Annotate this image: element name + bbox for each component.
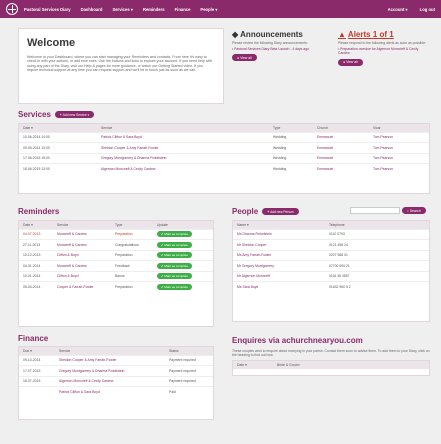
col-church: Church (313, 124, 369, 132)
table-row[interactable]: Ms Dharma Finkelstein 0110 0753 (233, 228, 429, 240)
table-row[interactable]: Mr Gregory Montgomery 07700 900 21 (233, 260, 429, 271)
announcements-view-all-button[interactable]: ●View all (232, 54, 257, 62)
reminders-title[interactable]: Reminders (18, 207, 59, 216)
col-service: Service (53, 221, 111, 229)
finance-heading: Finance (18, 334, 48, 343)
enquiries-title[interactable]: Enquires via achurchnearyou.com (232, 336, 363, 345)
top-navbar: Pastoral Services Diary Dashboard Servic… (0, 0, 441, 18)
nav-reminders[interactable]: Reminders (143, 7, 165, 12)
table-row[interactable]: 17-07-2015 Gregory Montgomery & Dharma Fi… (19, 365, 213, 376)
announcements-text: Please review the following Diary announ… (232, 41, 308, 45)
col-type: Type (111, 221, 153, 229)
col-date[interactable]: Date ▾ (19, 221, 53, 229)
welcome-panel: Welcome Welcome to your Dashboard, where… (18, 28, 224, 104)
col-name[interactable]: Name ▾ (233, 221, 325, 229)
alerts-text: Please respond to the following alerts a… (338, 41, 427, 45)
col-bride-groom: Bride & Groom (273, 361, 429, 369)
warning-icon: ▲ (338, 30, 346, 39)
services-table: Date ▾ Service Type Church Vicar 10-06-2… (18, 123, 430, 194)
people-heading: People +Add new Person (232, 207, 299, 216)
col-type: Type (269, 124, 313, 132)
welcome-text: Welcome to your Dashboard, where you can… (27, 55, 213, 73)
col-date[interactable]: Date ▾ (19, 124, 97, 132)
alerts-title: Alerts 1 of 1 (347, 30, 394, 39)
table-row: 10-01-2014 Clifton & Boyd Banns ✔ Mark as c… (19, 270, 213, 282)
alerts-heading[interactable]: ▲ Alerts 1 of 1 (338, 30, 430, 39)
table-row[interactable]: Mr Algernon Moncrieff 0116 36 0557 (233, 270, 429, 282)
col-due[interactable]: Due ▾ (19, 347, 55, 355)
megaphone-icon: ◆ (232, 30, 239, 39)
nav-dashboard[interactable]: Dashboard (81, 7, 103, 12)
table-row[interactable]: 09-05-2014 13:00 Sheldon Cooper & Amy Far… (19, 142, 429, 153)
announcements-title: Announcements (240, 30, 303, 39)
col-date[interactable]: Date ▾ (233, 361, 273, 369)
enquiries-text: These couples wish to enquire about marr… (232, 349, 430, 358)
mark-complete-button[interactable]: ✔ Mark as complete (157, 273, 193, 280)
welcome-title: Welcome (27, 37, 76, 49)
finance-table: Due ▾ Service Status 09-10-2014 Sheldon C… (18, 346, 214, 420)
table-row[interactable]: Mr Sheldon Cooper 0121 456 24 (233, 239, 429, 250)
enquiries-heading: Enquires via achurchnearyou.com (232, 336, 363, 345)
table-row[interactable]: 18-06-2015 13:00 Algernon Moncrieff & Cec… (19, 163, 429, 174)
reminders-heading: Reminders (18, 207, 59, 216)
col-service: Service (55, 347, 165, 355)
table-row[interactable]: 09-10-2014 Sheldon Cooper & Amy Farrah-Fo… (19, 354, 213, 366)
announcements-heading: ◆ Announcements (232, 30, 332, 39)
announcement-item[interactable]: • Pastoral Services Diary Beta Launch - … (232, 47, 332, 51)
alerts-panel: ▲ Alerts 1 of 1 Please respond to the fo… (338, 30, 430, 90)
table-row[interactable]: Ms Sara Boyd 01632 960 5 2 (233, 281, 429, 292)
services-title[interactable]: Services (18, 110, 51, 119)
col-status: Status (165, 347, 213, 355)
nav-brand[interactable]: Pastoral Services Diary (24, 7, 71, 12)
col-service: Service (97, 124, 269, 132)
nav-logout[interactable]: Log out (420, 7, 435, 12)
table-row[interactable]: 17-06-2015 15:00 Gregory Montgomery & Dha… (19, 152, 429, 164)
table-row: 27-11-2013 Moncrieff & Cardew Congratulati… (19, 239, 213, 250)
table-row: 04-01-2014 Moncrieff & Cardew Feedback ✔ Ma… (19, 260, 213, 271)
col-vicar: Vicar (369, 124, 429, 132)
mark-complete-button[interactable]: ✔ Mark as complete (157, 262, 193, 269)
cross-logo-icon[interactable] (6, 3, 18, 15)
table-row: 05-04-2014 Cooper & Farrah-Fowler Preparat… (19, 281, 213, 292)
services-heading: Services +Add new Service ▾ (18, 110, 95, 119)
mark-complete-button[interactable]: ✔ Mark as complete (157, 231, 193, 238)
finance-title[interactable]: Finance (18, 334, 48, 343)
people-title[interactable]: People (232, 207, 258, 216)
table-row[interactable]: 18-07-2015 Algernon Moncrieff & Cecily Ca… (19, 375, 213, 387)
alert-item[interactable]: • Preparation overdue for Algernon Moncr… (338, 47, 430, 55)
table-row[interactable]: Ms Amy Farrah-Fowler 0207 568 01 (233, 249, 429, 261)
nav-finance[interactable]: Finance (175, 7, 191, 12)
enquiries-table: Date ▾ Bride & Groom (232, 360, 430, 376)
announcements-panel: ◆ Announcements Please review the follow… (232, 30, 332, 90)
add-service-button[interactable]: +Add new Service ▾ (54, 111, 95, 118)
people-search-input[interactable] (350, 207, 400, 214)
mark-complete-button[interactable]: ✔ Mark as complete (157, 252, 193, 259)
nav-services[interactable]: Services ▾ (112, 7, 133, 12)
nav-people[interactable]: People ▾ (200, 7, 217, 12)
mark-complete-button[interactable]: ✔ Mark as complete (157, 284, 193, 290)
reminders-table: Date ▾ Service Type Update 04-07-2013 Mon… (18, 220, 214, 327)
table-row[interactable]: Patrick Clifton & Sara Boyd Paid (19, 386, 213, 397)
people-table: Name ▾ Telephone Ms Dharma Finkelstein 01… (232, 220, 430, 322)
col-update: Update (153, 221, 213, 229)
people-search-button[interactable]: ⌕ Search (402, 207, 426, 214)
table-row[interactable]: 10-06-2014 14:00 Patrick Clifton & Sara B… (19, 131, 429, 143)
add-person-button[interactable]: +Add new Person (262, 208, 299, 215)
table-row: 10-12-2013 Clifton & Boyd Preparation ✔ Mar… (19, 249, 213, 261)
nav-account[interactable]: Account ▾ (388, 7, 408, 12)
table-row: 04-07-2013 Moncrieff & Cardew Preparation ✔… (19, 228, 213, 240)
col-telephone: Telephone (325, 221, 429, 229)
alerts-view-all-button[interactable]: ●View all (338, 58, 363, 66)
footer (0, 436, 441, 444)
mark-complete-button[interactable]: ✔ Mark as complete (157, 241, 193, 248)
